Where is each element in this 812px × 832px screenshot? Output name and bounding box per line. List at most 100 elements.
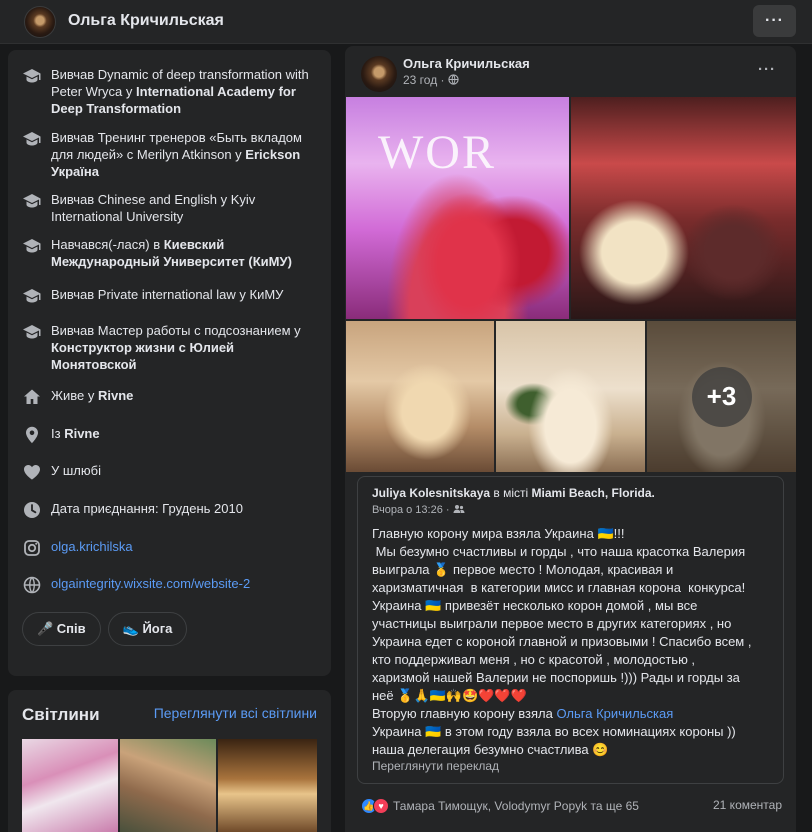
hobby-chip[interactable]: 👟 Йога <box>107 612 188 646</box>
photos-title: Світлини <box>22 705 100 724</box>
intro-item: olgaintegrity.wixsite.com/website-2 <box>22 575 322 595</box>
globe-link-icon <box>22 575 42 595</box>
post-photo[interactable] <box>346 321 494 472</box>
intro-item-text: Із Rivne <box>51 426 100 441</box>
post-text-line: Вторую главную корону взяла Ольга Кричил… <box>372 705 777 723</box>
intro-item: У шлюбі <box>22 462 322 482</box>
graduation-cap-icon <box>22 286 42 306</box>
mention-prefix: Вторую главную корону взяла <box>372 706 557 721</box>
see-translation-link[interactable]: Переглянути переклад <box>372 759 499 773</box>
intro-item-text: Вивчав Chinese and English у Kyiv Intern… <box>51 192 256 224</box>
intro-item-text: Вивчав Private international law у КиМУ <box>51 287 284 302</box>
post-text-line: кто поддерживал меня , но с красотой , м… <box>372 652 696 667</box>
post-timestamp[interactable]: 23 год · <box>403 73 459 87</box>
hobby-chip[interactable]: 🎤 Спів <box>22 612 101 646</box>
post-text-line: наша делегация безумно счастлива 😊 <box>372 742 609 757</box>
intro-card: Вивчав Dynamic of deep transformation wi… <box>8 50 331 676</box>
post-photo[interactable] <box>496 321 645 472</box>
post-author-name[interactable]: Ольга Кричильская <box>403 56 530 71</box>
stage-banner-art: WOR <box>378 126 496 179</box>
profile-top-bar: Ольга Кричильская ··· <box>0 0 812 44</box>
instagram-icon <box>22 538 42 558</box>
post-text-line: выиграла 🥇 первое место ! Молодая, краси… <box>372 562 674 577</box>
intro-item: Вивчав Мастер работы с подсознанием у Ко… <box>22 322 322 373</box>
post-text-line: неё 🥇🙏🇺🇦🙌🤩❤️❤️❤️ <box>372 688 527 703</box>
intro-item-link[interactable]: Конструктор жизни с Юлией Монятовской <box>51 340 234 372</box>
feed-post: Ольга Кричильская 23 год · ··· WOR +3 Ju… <box>345 46 796 832</box>
graduation-cap-icon <box>22 129 42 149</box>
intro-item-text: Вивчав Dynamic of deep transformation wi… <box>51 67 309 116</box>
reactions-summary[interactable]: 👍 ♥ Тамара Тимощук, Volodymyr Popyk та щ… <box>361 796 639 816</box>
love-reaction-icon: ♥ <box>373 798 389 814</box>
post-text-line: участницы выиграли первое место в других… <box>372 616 732 631</box>
ellipsis-icon: ··· <box>758 61 776 78</box>
shared-in-city: в місті <box>490 486 532 500</box>
post-photo[interactable] <box>571 97 796 319</box>
instagram-link[interactable]: olga.krichilska <box>51 538 133 558</box>
shared-author[interactable]: Juliya Kolesnitskaya <box>372 486 490 500</box>
profile-name[interactable]: Ольга Кричильская <box>68 12 224 30</box>
intro-item-link[interactable]: Rivne <box>98 388 133 403</box>
post-text-line: Главную корону мира взяла Украина 🇺🇦!!! <box>372 526 625 541</box>
intro-item: Вивчав Dynamic of deep transformation wi… <box>22 66 322 117</box>
website-link[interactable]: olgaintegrity.wixsite.com/website-2 <box>51 575 250 595</box>
more-photos-count: +3 <box>691 366 752 427</box>
intro-item: Вивчав Private international law у КиМУ <box>22 286 322 306</box>
shared-timestamp[interactable]: Вчора о 13:26 · <box>372 504 465 516</box>
post-time-text: 23 год · <box>403 73 448 87</box>
shared-post-header: Juliya Kolesnitskaya в місті Miami Beach… <box>372 486 655 500</box>
post-photo[interactable]: WOR <box>346 97 569 319</box>
post-author-avatar[interactable] <box>361 56 397 92</box>
intro-item: olga.krichilska <box>22 538 322 558</box>
shared-city[interactable]: Miami Beach, Florida. <box>532 486 655 500</box>
graduation-cap-icon <box>22 236 42 256</box>
graduation-cap-icon <box>22 191 42 211</box>
intro-item-text: У шлюбі <box>51 463 101 478</box>
graduation-cap-icon <box>22 66 42 86</box>
hobbies-list: 🎤 Спів 👟 Йога <box>22 612 194 646</box>
intro-item-text: Дата приєднання: Грудень 2010 <box>51 501 243 516</box>
photos-card: Світлини Переглянути всі світлини <box>8 690 331 832</box>
comments-count-link[interactable]: 21 коментар <box>713 798 782 812</box>
intro-item: Дата приєднання: Грудень 2010 <box>22 500 322 520</box>
intro-item-text: Вивчав Мастер работы с подсознанием у Ко… <box>51 323 301 372</box>
more-options-button[interactable]: ··· <box>753 5 796 37</box>
home-icon <box>22 387 42 407</box>
post-text-line: Украина едет с короной главной и призовы… <box>372 634 752 649</box>
intro-item: Вивчав Тренинг тренеров «Быть вкладом дл… <box>22 129 322 180</box>
shared-time-text: Вчора о 13:26 · <box>372 504 453 516</box>
location-pin-icon <box>22 425 42 445</box>
heart-icon <box>22 462 42 482</box>
post-text-line: Украина 🇺🇦 в этом году взяла во всех ном… <box>372 724 736 739</box>
intro-item: Живе у Rivne <box>22 387 322 407</box>
post-text-line: харизматичная в категории мисс и главная… <box>372 580 746 595</box>
post-photo-grid: WOR +3 <box>345 96 796 472</box>
photo-thumbnail[interactable] <box>22 739 118 832</box>
reaction-names: Тамара Тимощук, Volodymyr Popyk та ще 65 <box>393 799 639 813</box>
post-text-line: Мы безумно счастливы и горды , что наша … <box>372 544 746 559</box>
shared-post[interactable]: Juliya Kolesnitskaya в місті Miami Beach… <box>357 476 784 784</box>
photo-thumbnail[interactable] <box>120 739 216 832</box>
shared-post-text: Главную корону мира взяла Украина 🇺🇦!!! … <box>372 525 777 759</box>
friends-icon <box>453 504 465 516</box>
intro-item-text: Вивчав Тренинг тренеров «Быть вкладом дл… <box>51 130 302 179</box>
photo-thumbnail[interactable] <box>218 739 317 832</box>
intro-item-link[interactable]: Rivne <box>64 426 99 441</box>
graduation-cap-icon <box>22 322 42 342</box>
ellipsis-icon: ··· <box>765 12 784 29</box>
intro-item-text: Навчався(-лася) в Киевский Международный… <box>51 237 292 269</box>
post-text-line: Украина 🇺🇦 привезёт несколько корон домо… <box>372 598 698 613</box>
more-photos-overlay: +3 <box>647 321 796 472</box>
globe-icon <box>448 73 459 87</box>
intro-item-text: Живе у Rivne <box>51 388 134 403</box>
post-text-line: харизмой нашей Валерии не поспоришь !)))… <box>372 670 740 685</box>
intro-item: Із Rivne <box>22 425 322 445</box>
clock-icon <box>22 500 42 520</box>
see-all-photos-link[interactable]: Переглянути всі світлини <box>154 705 317 721</box>
intro-item: Вивчав Chinese and English у Kyiv Intern… <box>22 191 322 225</box>
mention-link[interactable]: Ольга Кричильская <box>556 706 673 721</box>
intro-item: Навчався(-лася) в Киевский Международный… <box>22 236 322 270</box>
post-options-button[interactable]: ··· <box>758 61 776 78</box>
profile-avatar[interactable] <box>24 6 56 38</box>
post-photo-more[interactable]: +3 <box>647 321 796 472</box>
